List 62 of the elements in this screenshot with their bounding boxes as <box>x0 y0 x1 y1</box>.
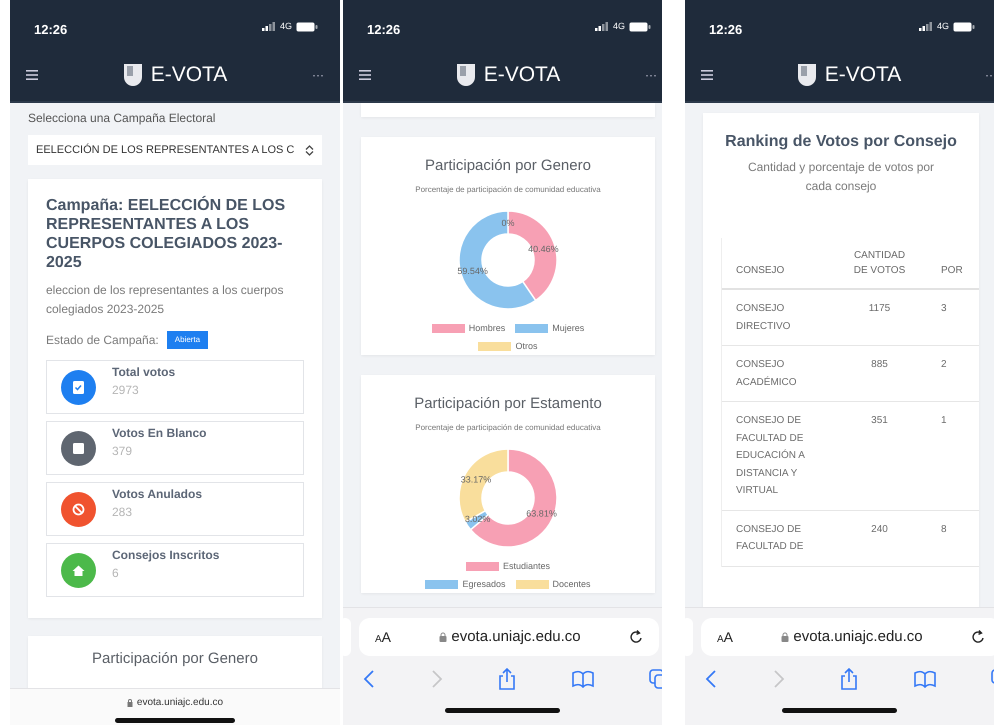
clock-time: 12:26 <box>34 21 68 39</box>
legend-label: Mujeres <box>552 322 584 335</box>
column-header: CONSEJO <box>722 238 832 290</box>
table-cell: CONSEJO ACADÉMICO <box>722 346 832 402</box>
app-title: E-VOTA <box>824 62 902 88</box>
table-cell: CONSEJO DE FACULTAD DE <box>722 510 832 566</box>
table-cell: 2 <box>927 346 979 402</box>
stat-label: Total votos <box>112 364 176 382</box>
stat-value: 2973 <box>112 382 140 400</box>
chart-subtitle: Porcentaje de participación de comunidad educativa <box>414 184 602 196</box>
campaign-select[interactable]: EELECCIÓN DE LOS REPRESENTANTES A LOS C <box>28 135 322 165</box>
campaign-description: eleccion de los representantes a los cuerpos colegiados 2023-2025 <box>46 282 284 318</box>
table-cell: 351 <box>832 402 927 510</box>
url-text: evota.uniajc.edu.co <box>136 696 224 710</box>
stat-value: 283 <box>112 504 134 522</box>
chart-title: Participación por Estamento <box>413 394 603 414</box>
table-cell: 1175 <box>832 289 927 346</box>
address-bar[interactable]: AA evota.uniajc.edu.co <box>701 618 994 656</box>
status-badge: Abierta <box>166 331 208 350</box>
network-type: 4G <box>612 20 625 33</box>
table-cell: 885 <box>832 346 927 402</box>
column-header: POR <box>927 238 979 290</box>
column-header: CANTIDAD DE VOTOS <box>832 238 927 290</box>
more-button[interactable]: ·· <box>985 66 993 84</box>
ranking-subtitle: Cantidad y porcentaje de votos por cada consejo <box>746 158 936 196</box>
more-button[interactable]: ··· <box>312 66 324 84</box>
table-cell: 3 <box>927 289 979 346</box>
stat-label: Votos Anulados <box>112 486 202 504</box>
ranking-title: Ranking de Votos por Consejo <box>724 133 958 152</box>
legend-label: Estudiantes <box>502 560 550 572</box>
chart-title: Participación por Genero <box>424 156 592 176</box>
text-size-button[interactable]: AA <box>375 626 392 648</box>
app-title: E-VOTA <box>150 62 228 88</box>
table-cell: 240 <box>832 510 927 566</box>
legend-label: Hombres <box>468 322 506 334</box>
field-label: Selecciona una Campaña Electoral <box>28 110 216 127</box>
legend-label: Egresados <box>462 578 506 591</box>
clock-time: 12:26 <box>367 21 400 39</box>
legend-label: Otros <box>515 340 538 353</box>
network-type: 4G <box>936 20 949 33</box>
legend-label: Docentes <box>552 578 591 591</box>
chart-title: Participación por Genero <box>91 649 259 670</box>
table-cell: CONSEJO DE FACULTAD DE EDUCACIÓN A DISTANCIA Y VIRTUAL <box>722 402 832 510</box>
url-text: evota.uniajc.edu.co <box>451 626 581 647</box>
table-cell: 1 <box>927 402 979 510</box>
app-title: E-VOTA <box>484 62 560 88</box>
stat-value: 379 <box>112 443 134 460</box>
text-size-button[interactable]: AA <box>717 626 734 648</box>
stat-value: 6 <box>112 565 120 582</box>
clock-time: 12:26 <box>709 21 742 39</box>
stat-label: Votos En Blanco <box>112 425 206 442</box>
table-cell: 8 <box>927 510 979 566</box>
network-type: 4G <box>280 20 292 33</box>
status-label: Estado de Campaña: <box>46 332 159 349</box>
data-label: 3.02% <box>464 514 490 524</box>
table-cell: CONSEJO DIRECTIVO <box>722 289 832 346</box>
address-bar[interactable]: AA evota.uniajc.edu.co <box>359 618 659 656</box>
url-text: evota.uniajc.edu.co <box>793 626 923 647</box>
more-button[interactable]: ··· <box>645 66 657 84</box>
stat-label: Consejos Inscritos <box>112 547 220 564</box>
chart-subtitle: Porcentaje de participación de comunidad educativa <box>414 422 602 434</box>
campaign-title: Campaña: EELECCIÓN DE LOS REPRESENTANTES A LOS CUERPOS COLEGIADOS 2023-2025 <box>46 197 286 272</box>
